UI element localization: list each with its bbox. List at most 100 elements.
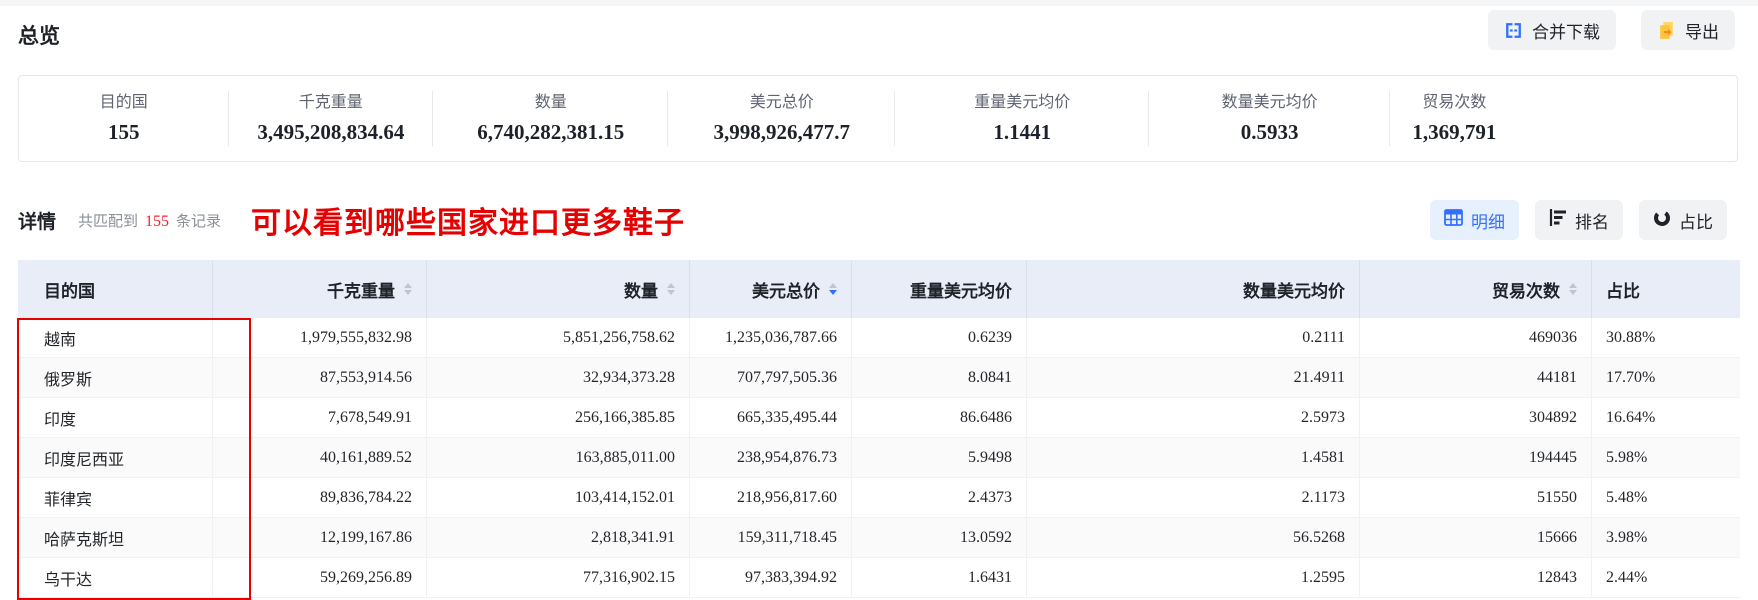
table-header: 目的国 千克重量 数量 美元总价 重量美元均价 数量美元均价 贸易次数 占比 bbox=[18, 260, 1740, 318]
stat-label: 贸易次数 bbox=[1422, 93, 1487, 111]
cell-country: 印度尼西亚 bbox=[18, 438, 213, 478]
stat-label: 目的国 bbox=[99, 93, 148, 111]
sort-caret-icon[interactable] bbox=[1569, 282, 1577, 296]
cell-kg: 40,161,889.52 bbox=[213, 438, 427, 478]
cell-kg: 87,553,914.56 bbox=[213, 358, 427, 398]
cell-trades: 304892 bbox=[1360, 398, 1592, 438]
col-header-label: 美元总价 bbox=[752, 281, 820, 301]
stat-usd-per-qty: 数量美元均价 0.5933 bbox=[1149, 76, 1390, 161]
table-row-indonesia: 印度尼西亚 40,161,889.52 163,885,011.00 238,9… bbox=[18, 438, 1740, 478]
stat-usd-total: 美元总价 3,998,926,477.7 bbox=[668, 76, 895, 161]
cell-qty: 256,166,385.85 bbox=[427, 398, 690, 438]
tab-ranking-label: 排名 bbox=[1575, 212, 1609, 232]
cell-kg: 7,678,549.91 bbox=[213, 398, 427, 438]
col-header-quantity[interactable]: 数量 bbox=[427, 260, 690, 318]
stat-trade-count: 贸易次数 1,369,791 bbox=[1390, 76, 1519, 161]
cell-country: 俄罗斯 bbox=[18, 358, 213, 398]
export-document-icon bbox=[1657, 21, 1676, 40]
cell-trades: 44181 bbox=[1360, 358, 1592, 398]
cell-share: 5.48% bbox=[1592, 478, 1740, 518]
table-row-russia: 俄罗斯 87,553,914.56 32,934,373.28 707,797,… bbox=[18, 358, 1740, 398]
stat-destination-country: 目的国 155 bbox=[19, 76, 229, 161]
cell-usd: 159,311,718.45 bbox=[690, 518, 852, 558]
export-button[interactable]: 导出 bbox=[1641, 10, 1735, 50]
cell-qty: 5,851,256,758.62 bbox=[427, 318, 690, 358]
match-suffix: 条记录 bbox=[176, 212, 222, 230]
table-grid-icon bbox=[1444, 209, 1463, 231]
cell-country: 乌干达 bbox=[18, 558, 213, 598]
cell-qty: 2,818,341.91 bbox=[427, 518, 690, 558]
cell-trades: 469036 bbox=[1360, 318, 1592, 358]
cell-qty: 32,934,373.28 bbox=[427, 358, 690, 398]
stat-value: 6,740,282,381.15 bbox=[477, 119, 625, 144]
col-header-usd-per-qty: 数量美元均价 bbox=[1027, 260, 1360, 318]
table-row-uganda: 乌干达 59,269,256.89 77,316,902.15 97,383,3… bbox=[18, 558, 1740, 598]
col-header-trade-count[interactable]: 贸易次数 bbox=[1360, 260, 1592, 318]
sort-caret-icon[interactable] bbox=[404, 282, 412, 296]
cell-kg-avg: 2.4373 bbox=[852, 478, 1027, 518]
cell-share: 3.98% bbox=[1592, 518, 1740, 558]
cell-kg-avg: 0.6239 bbox=[852, 318, 1027, 358]
overview-stats-card: 目的国 155 千克重量 3,495,208,834.64 数量 6,740,2… bbox=[18, 75, 1738, 162]
stat-quantity: 数量 6,740,282,381.15 bbox=[433, 76, 669, 161]
cell-share: 16.64% bbox=[1592, 398, 1740, 438]
cell-qty-avg: 0.2111 bbox=[1027, 318, 1360, 358]
match-count: 155 bbox=[145, 212, 170, 230]
cell-country: 菲律宾 bbox=[18, 478, 213, 518]
cell-qty: 77,316,902.15 bbox=[427, 558, 690, 598]
trade-table: 目的国 千克重量 数量 美元总价 重量美元均价 数量美元均价 贸易次数 占比 越… bbox=[18, 260, 1740, 598]
col-header-usd-total[interactable]: 美元总价 bbox=[690, 260, 852, 318]
sort-caret-icon[interactable] bbox=[667, 282, 675, 296]
merge-download-button[interactable]: 合并下载 bbox=[1488, 10, 1616, 50]
col-header-label: 重量美元均价 bbox=[910, 281, 1012, 301]
cell-share: 2.44% bbox=[1592, 558, 1740, 598]
stat-value: 1,369,791 bbox=[1412, 119, 1497, 144]
cell-kg-avg: 13.0592 bbox=[852, 518, 1027, 558]
cell-trades: 12843 bbox=[1360, 558, 1592, 598]
tab-ranking[interactable]: 排名 bbox=[1535, 200, 1623, 240]
cell-qty: 163,885,011.00 bbox=[427, 438, 690, 478]
cell-kg: 59,269,256.89 bbox=[213, 558, 427, 598]
tab-detail[interactable]: 明细 bbox=[1430, 200, 1519, 240]
tab-detail-label: 明细 bbox=[1471, 212, 1505, 232]
export-label: 导出 bbox=[1685, 22, 1719, 42]
stat-value: 1.1441 bbox=[993, 119, 1052, 144]
cell-trades: 194445 bbox=[1360, 438, 1592, 478]
match-record-info: 共匹配到 155 条记录 bbox=[78, 210, 221, 231]
cell-share: 17.70% bbox=[1592, 358, 1740, 398]
top-strip bbox=[0, 0, 1758, 6]
cell-share: 30.88% bbox=[1592, 318, 1740, 358]
tab-share-label: 占比 bbox=[1679, 212, 1713, 232]
cell-kg-avg: 86.6486 bbox=[852, 398, 1027, 438]
cell-kg: 1,979,555,832.98 bbox=[213, 318, 427, 358]
col-header-share: 占比 bbox=[1592, 260, 1740, 318]
cell-qty-avg: 56.5268 bbox=[1027, 518, 1360, 558]
match-prefix: 共匹配到 bbox=[78, 212, 139, 230]
col-header-usd-per-kg: 重量美元均价 bbox=[852, 260, 1027, 318]
cell-usd: 1,235,036,787.66 bbox=[690, 318, 852, 358]
col-header-label: 千克重量 bbox=[327, 281, 395, 301]
red-annotation-text: 可以看到哪些国家进口更多鞋子 bbox=[251, 207, 686, 240]
col-header-label: 目的国 bbox=[44, 281, 95, 301]
donut-chart-icon bbox=[1653, 209, 1671, 232]
table-header-row: 目的国 千克重量 数量 美元总价 重量美元均价 数量美元均价 贸易次数 占比 bbox=[18, 260, 1740, 318]
table-row-philippines: 菲律宾 89,836,784.22 103,414,152.01 218,956… bbox=[18, 478, 1740, 518]
cell-country: 哈萨克斯坦 bbox=[18, 518, 213, 558]
col-header-label: 贸易次数 bbox=[1492, 281, 1560, 301]
tab-share[interactable]: 占比 bbox=[1639, 200, 1727, 240]
sort-caret-icon-active-desc[interactable] bbox=[829, 282, 837, 296]
cell-usd: 218,956,817.60 bbox=[690, 478, 852, 518]
col-header-kg-weight[interactable]: 千克重量 bbox=[213, 260, 427, 318]
cell-qty: 103,414,152.01 bbox=[427, 478, 690, 518]
table-body: 越南 1,979,555,832.98 5,851,256,758.62 1,2… bbox=[18, 318, 1740, 598]
col-header-country: 目的国 bbox=[18, 260, 213, 318]
cell-kg-avg: 5.9498 bbox=[852, 438, 1027, 478]
stat-value: 3,998,926,477.7 bbox=[713, 119, 851, 144]
cell-usd: 707,797,505.36 bbox=[690, 358, 852, 398]
table-row-vietnam: 越南 1,979,555,832.98 5,851,256,758.62 1,2… bbox=[18, 318, 1740, 358]
cell-usd: 238,954,876.73 bbox=[690, 438, 852, 478]
cell-qty-avg: 1.2595 bbox=[1027, 558, 1360, 598]
cell-usd: 665,335,495.44 bbox=[690, 398, 852, 438]
merge-download-label: 合并下载 bbox=[1532, 22, 1600, 42]
stat-value: 0.5933 bbox=[1240, 119, 1299, 144]
